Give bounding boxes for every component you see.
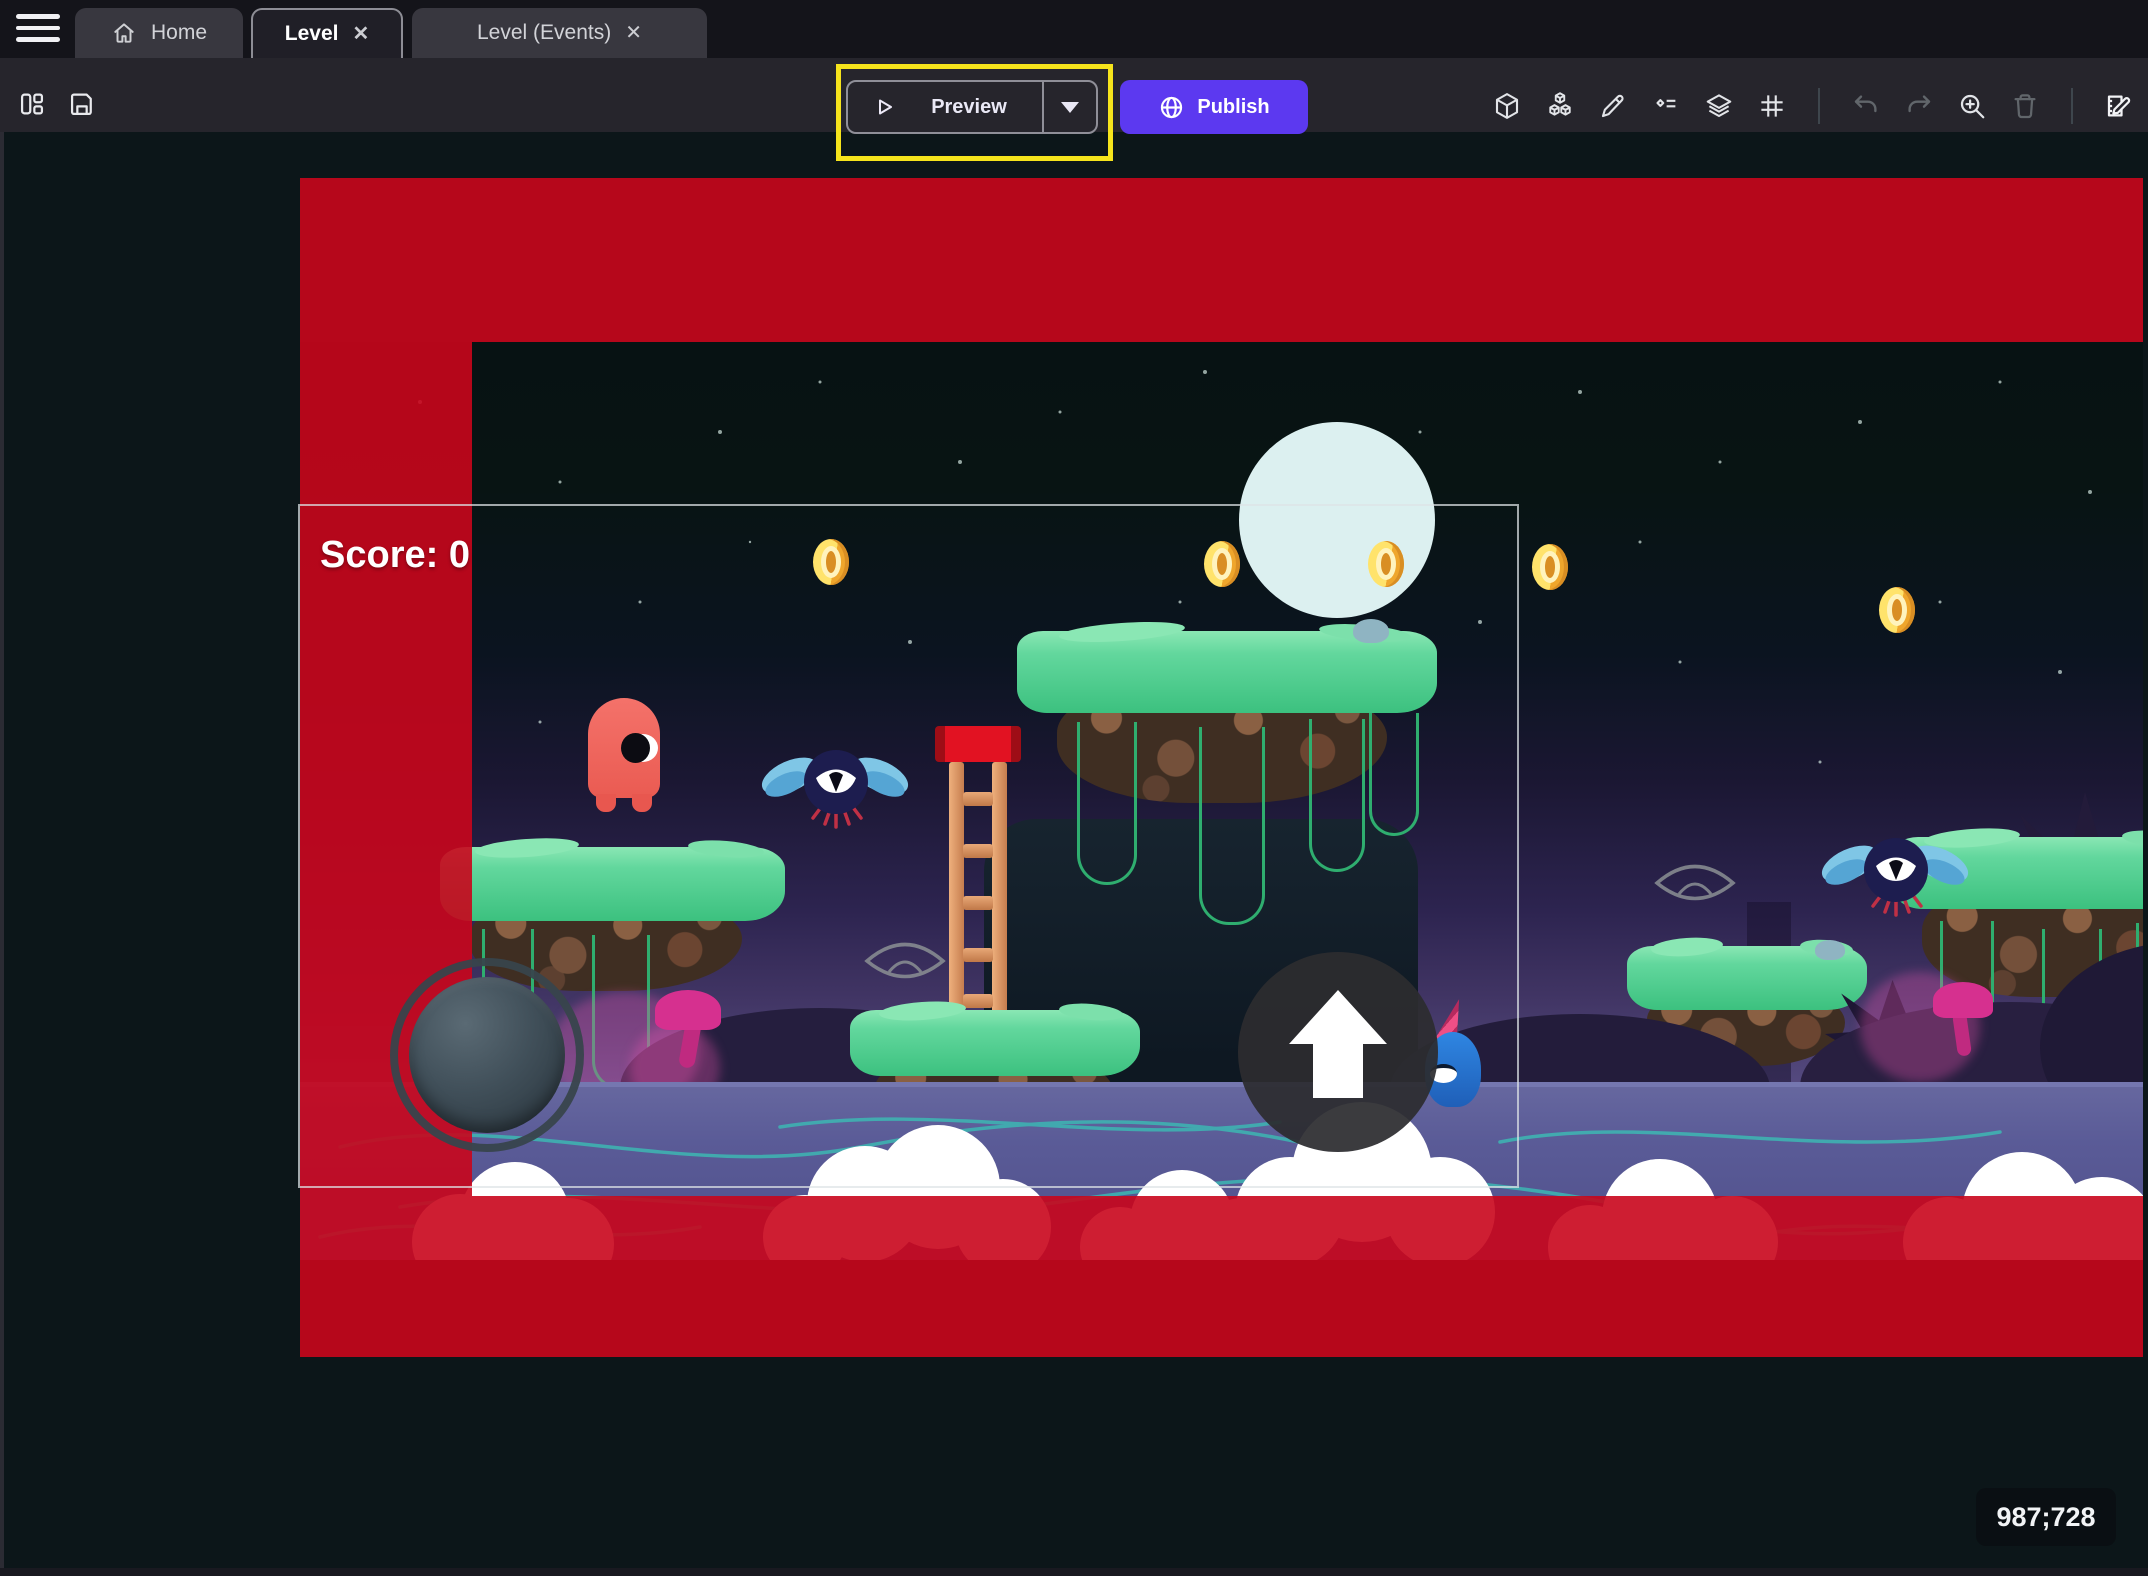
instances-cubes-icon[interactable]	[1545, 91, 1575, 121]
object-box-icon[interactable]	[1492, 91, 1522, 121]
coin[interactable]	[1532, 544, 1568, 590]
publish-button[interactable]: Publish	[1120, 80, 1308, 134]
jump-button[interactable]	[1238, 952, 1438, 1152]
object-list-icon[interactable]	[1651, 91, 1681, 121]
tab-home[interactable]: Home	[75, 8, 243, 58]
grid-icon[interactable]	[1757, 91, 1787, 121]
coin-slot	[1540, 551, 1560, 583]
tab-label: Level	[285, 22, 339, 46]
tab-level-events[interactable]: Level (Events) ✕	[412, 8, 707, 58]
publish-label: Publish	[1197, 96, 1269, 119]
boundary-bottom[interactable]	[300, 1196, 2143, 1357]
trash-icon[interactable]	[2010, 91, 2040, 121]
pebble	[1815, 940, 1845, 960]
enemy-fly[interactable]	[1820, 830, 1970, 925]
game-editor-window: Home Level ✕ Level (Events) ✕	[0, 0, 2148, 1576]
hamburger-menu-icon[interactable]	[16, 14, 60, 42]
arrow-up-icon	[1283, 988, 1393, 1100]
canvas-bottom-border	[0, 1568, 2148, 1576]
joystick-knob[interactable]	[409, 977, 565, 1133]
coin-slot	[1887, 594, 1907, 626]
toolbar-left-icons	[18, 90, 96, 118]
tab-label: Level (Events)	[477, 21, 611, 45]
close-icon[interactable]: ✕	[352, 24, 369, 44]
layout-panels-icon[interactable]	[18, 90, 46, 118]
hamburger-bar	[16, 37, 60, 42]
toolbar-divider	[2071, 88, 2073, 124]
score-text: Score: 0	[320, 534, 470, 577]
close-icon[interactable]: ✕	[625, 23, 642, 43]
layers-icon[interactable]	[1704, 91, 1734, 121]
canvas-left-border	[0, 132, 4, 1576]
boundary-top[interactable]	[300, 178, 2143, 342]
toolbar-right-icons	[1492, 88, 2134, 124]
redo-icon[interactable]	[1904, 91, 1934, 121]
edit-scene-icon[interactable]	[2104, 91, 2134, 121]
home-icon	[111, 20, 137, 46]
save-icon[interactable]	[68, 90, 96, 118]
hidden-eye-outline[interactable]	[1653, 856, 1737, 910]
hamburger-bar	[16, 14, 60, 19]
toolbar-divider	[1818, 88, 1820, 124]
tab-level[interactable]: Level ✕	[251, 8, 403, 58]
hamburger-bar	[16, 26, 60, 31]
coin[interactable]	[1879, 587, 1915, 633]
scene-editor-canvas[interactable]: Score: 0 987;728	[0, 132, 2148, 1576]
zoom-in-icon[interactable]	[1957, 91, 1987, 121]
tab-label: Home	[151, 21, 207, 45]
globe-icon	[1158, 94, 1185, 121]
pencil-icon[interactable]	[1598, 91, 1628, 121]
cursor-coordinates-badge: 987;728	[1976, 1488, 2116, 1546]
mushroom	[1933, 982, 1993, 1018]
undo-icon[interactable]	[1851, 91, 1881, 121]
tab-bar: Home Level ✕ Level (Events) ✕	[0, 0, 2148, 58]
highlight-annotation	[836, 64, 1113, 161]
